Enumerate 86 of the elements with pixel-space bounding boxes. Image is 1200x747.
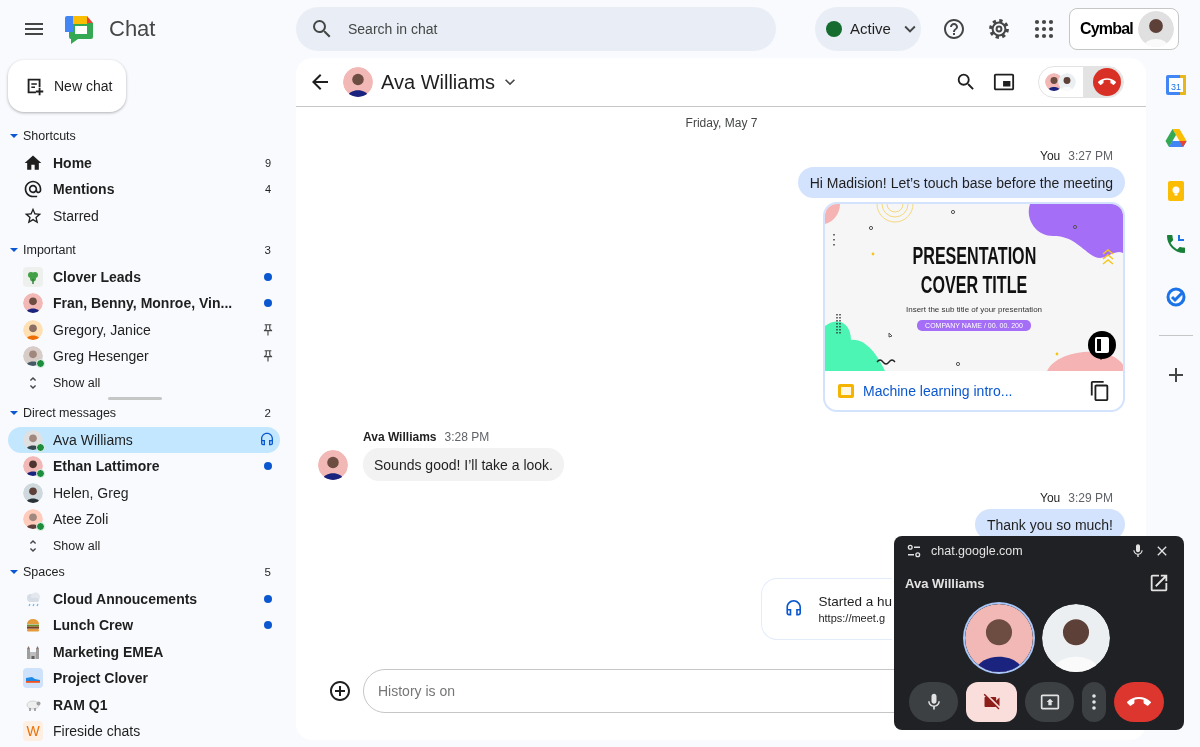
chat-title[interactable]: Ava Williams xyxy=(381,70,496,94)
status-dot-icon xyxy=(826,20,842,37)
sidebar-item[interactable]: Cloud Annoucements xyxy=(8,585,280,612)
avatar-icon xyxy=(1138,10,1174,47)
picture-in-picture-icon[interactable] xyxy=(993,71,1015,93)
present-button[interactable] xyxy=(1025,682,1074,722)
slide-title: PRESENTATION xyxy=(912,242,1036,271)
slides-file-icon xyxy=(837,381,855,400)
help-icon[interactable] xyxy=(942,16,966,41)
mic-icon xyxy=(1130,543,1146,559)
caller-name: Ava Williams xyxy=(905,575,985,591)
add-icon[interactable] xyxy=(328,679,352,703)
avatar-icon xyxy=(23,319,43,340)
avatar-icon xyxy=(343,67,373,97)
call-card[interactable]: Started a hu https://meet.g xyxy=(761,578,892,640)
sidebar-item[interactable]: Marketing EMEA xyxy=(8,638,280,665)
section-count: 5 xyxy=(264,566,271,579)
present-icon xyxy=(1039,692,1060,712)
sidebar-item[interactable]: Home 9 xyxy=(8,149,280,176)
open-in-new-icon[interactable] xyxy=(1148,572,1170,594)
copy-icon[interactable] xyxy=(1089,379,1111,402)
call-link[interactable]: https://meet.g xyxy=(818,612,892,624)
section-header[interactable]: Shortcuts xyxy=(8,123,280,150)
search-field[interactable]: Search in chat xyxy=(296,6,776,51)
sidebar-item[interactable]: Helen, Greg xyxy=(8,479,280,506)
microphone-button[interactable] xyxy=(909,682,958,722)
sidebar-item[interactable]: Atee Zoli xyxy=(8,506,280,533)
date-divider: Friday, May 7 xyxy=(684,115,759,131)
section-count: 3 xyxy=(264,244,271,257)
message-time: 3:27 PM xyxy=(1068,148,1113,164)
letter-avatar: W xyxy=(23,721,43,742)
app-title: Chat xyxy=(109,15,156,42)
sidebar-item[interactable]: W Fireside chats xyxy=(8,718,280,745)
sidebar-item[interactable]: Ava Williams xyxy=(8,426,280,453)
sender-name: You xyxy=(1040,490,1061,506)
section-header[interactable]: Important 3 xyxy=(8,237,280,264)
slide-title: COVER TITLE xyxy=(920,271,1028,300)
settings-icon[interactable] xyxy=(987,16,1011,41)
sidebar-item[interactable]: Starred xyxy=(8,202,280,229)
sidebar-item[interactable]: Ethan Lattimore xyxy=(8,453,280,480)
sidebar-item[interactable]: Fran, Benny, Monroe, Vin... xyxy=(8,290,280,317)
sidebar-item[interactable]: Lunch Crew xyxy=(8,612,280,639)
chat-logo-icon xyxy=(63,13,95,44)
sender-name: Ava Williams xyxy=(363,429,437,445)
section-header[interactable]: Spaces 5 xyxy=(8,559,280,586)
message-time: 3:29 PM xyxy=(1068,490,1113,506)
unread-count: 9 xyxy=(264,156,272,169)
avatar-icon xyxy=(23,293,43,314)
sidebar-item[interactable]: Mentions 4 xyxy=(8,176,280,203)
section-count: 2 xyxy=(264,407,271,420)
avatar-icon xyxy=(318,450,348,480)
tune-icon[interactable] xyxy=(905,542,923,560)
status-button[interactable]: Active xyxy=(815,6,921,51)
resize-handle[interactable] xyxy=(108,397,162,400)
side-panel-icon[interactable] xyxy=(1088,331,1116,359)
account-button[interactable]: Cymbal xyxy=(1069,7,1179,50)
more-icon xyxy=(1092,694,1096,710)
avatar-icon xyxy=(1058,73,1076,91)
mention-icon xyxy=(23,179,43,200)
unread-count: 4 xyxy=(264,183,272,196)
sidebar-item[interactable]: Gregory, Janice xyxy=(8,316,280,343)
sidebar-item[interactable]: Project Clover xyxy=(8,665,280,692)
slide-subtitle: Insert the sub title of your presentation xyxy=(905,305,1043,314)
message-bubble: Hi Madision! Let’s touch base before the meeting xyxy=(797,167,1125,198)
calendar-icon[interactable]: 31 xyxy=(1164,72,1188,97)
camera-off-icon xyxy=(981,692,1002,712)
sender-name: You xyxy=(1040,148,1061,164)
shoe-icon xyxy=(23,668,43,689)
show-all-button[interactable]: Show all xyxy=(8,532,280,559)
new-chat-button[interactable]: New chat xyxy=(8,60,126,112)
avatar-icon xyxy=(23,482,43,503)
more-options-button[interactable] xyxy=(1082,682,1106,722)
section-header[interactable]: Direct messages 2 xyxy=(8,400,280,427)
message-time: 3:28 PM xyxy=(444,429,490,445)
file-link[interactable]: Machine learning intro... xyxy=(863,382,1013,399)
sidebar-item[interactable]: RAM Q1 xyxy=(8,691,280,718)
camera-button[interactable] xyxy=(966,682,1017,722)
clover-icon xyxy=(23,266,43,287)
show-all-button[interactable]: Show all xyxy=(8,369,280,396)
sidebar-item[interactable]: Greg Hesenger xyxy=(8,343,280,370)
sidebar-item[interactable]: Clover Leads xyxy=(8,263,280,290)
message-bubble: Sounds good! I’ll take a look. xyxy=(363,448,564,481)
search-icon[interactable] xyxy=(955,71,977,93)
hang-up-button[interactable] xyxy=(1114,682,1164,722)
site-address: chat.google.com xyxy=(931,544,1023,558)
call-title: Started a hu xyxy=(818,594,892,609)
